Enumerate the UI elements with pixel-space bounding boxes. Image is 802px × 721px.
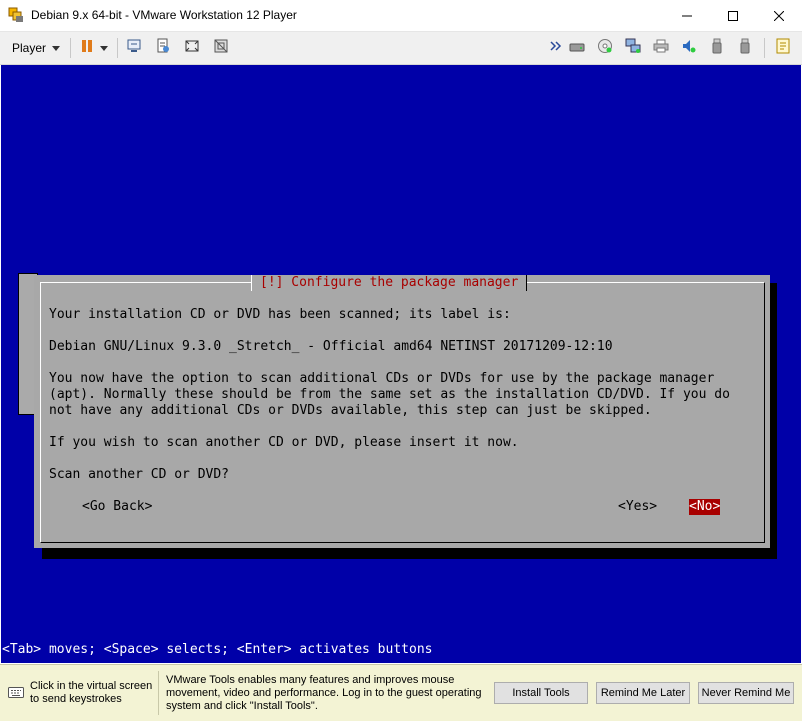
remind-me-later-button[interactable]: Remind Me Later xyxy=(596,682,690,704)
more-icon xyxy=(550,39,562,57)
close-button[interactable] xyxy=(756,0,802,31)
network-adapter-device[interactable] xyxy=(624,38,642,59)
virtual-machine-screen[interactable]: [!] Configure the package manager Your i… xyxy=(1,65,801,663)
minimize-button[interactable] xyxy=(664,0,710,31)
player-menu[interactable]: Player xyxy=(6,38,66,58)
usb-device-1[interactable] xyxy=(708,38,726,59)
notification-divider xyxy=(158,671,159,715)
dialog-text-line: Your installation CD or DVD has been sca… xyxy=(49,307,511,322)
power-options-dropdown[interactable] xyxy=(98,39,110,57)
hard-disk-icon xyxy=(569,38,585,59)
configure-package-manager-dialog: [!] Configure the package manager Your i… xyxy=(34,275,770,548)
dialog-text-line: (apt). Normally these should be from the… xyxy=(49,387,730,402)
sound-card-icon xyxy=(681,38,697,59)
cd-dvd-device[interactable] xyxy=(596,38,614,59)
go-back-button[interactable]: <Go Back> xyxy=(82,499,152,515)
printer-device[interactable] xyxy=(652,39,670,57)
toolbar-divider xyxy=(764,38,765,58)
unity-button[interactable] xyxy=(212,39,230,57)
vmware-tools-notification-bar: Click in the virtual screen to send keys… xyxy=(0,664,802,721)
window-title: Debian 9.x 64-bit - VMware Workstation 1… xyxy=(31,8,297,22)
toolbar-divider xyxy=(117,38,118,58)
yes-button[interactable]: <Yes> xyxy=(618,499,657,515)
fullscreen-icon xyxy=(184,38,200,59)
snapshot-icon xyxy=(155,38,171,59)
vmware-tools-message: VMware Tools enables many features and i… xyxy=(166,674,482,712)
send-ctrl-alt-del-icon xyxy=(126,38,142,59)
snapshot-button[interactable] xyxy=(154,38,172,59)
dialog-text-line: Debian GNU/Linux 9.3.0 _Stretch_ - Offic… xyxy=(49,339,613,354)
chevron-down-icon xyxy=(100,45,108,51)
dialog-question: Scan another CD or DVD? xyxy=(49,467,230,482)
network-adapter-icon xyxy=(625,38,641,59)
more-devices-button[interactable] xyxy=(550,39,562,57)
click-to-send-keystrokes-text: Click in the virtual screen to send keys… xyxy=(30,680,153,705)
usb-device-icon xyxy=(737,38,753,59)
title-bar: Debian 9.x 64-bit - VMware Workstation 1… xyxy=(0,0,802,32)
maximize-icon xyxy=(728,10,738,21)
usb-device-2[interactable] xyxy=(736,38,754,59)
printer-icon xyxy=(653,38,669,59)
pause-button[interactable] xyxy=(78,39,96,57)
fullscreen-button[interactable] xyxy=(183,39,201,57)
cd-dvd-icon xyxy=(597,38,613,59)
no-button[interactable]: <No> xyxy=(689,499,721,515)
unity-icon xyxy=(213,38,229,59)
dialog-title: [!] Configure the package manager xyxy=(251,275,528,291)
message-log-icon xyxy=(775,38,791,59)
send-ctrl-alt-del-button[interactable] xyxy=(125,39,143,57)
usb-device-icon xyxy=(709,38,725,59)
maximize-button[interactable] xyxy=(710,0,756,31)
keyboard-hint: <Tab> moves; <Space> selects; <Enter> ac… xyxy=(2,642,433,657)
dialog-text-line: If you wish to scan another CD or DVD, p… xyxy=(49,435,519,450)
minimize-icon xyxy=(682,11,692,21)
toolbar: Player xyxy=(0,32,802,65)
chevron-down-icon xyxy=(52,45,61,51)
message-log-button[interactable] xyxy=(774,38,792,59)
sound-card-device[interactable] xyxy=(680,39,698,57)
vmware-player-icon xyxy=(8,7,24,23)
close-icon xyxy=(774,10,784,21)
pause-icon xyxy=(79,38,95,59)
never-remind-me-button[interactable]: Never Remind Me xyxy=(698,682,794,704)
keyboard-icon xyxy=(8,685,24,699)
hard-disk-device[interactable] xyxy=(568,39,586,57)
install-tools-button[interactable]: Install Tools xyxy=(494,682,588,704)
dialog-text-line: not have any additional CDs or DVDs avai… xyxy=(49,403,652,418)
dialog-text-line: You now have the option to scan addition… xyxy=(49,371,715,386)
toolbar-divider xyxy=(70,38,71,58)
player-menu-label: Player xyxy=(12,41,47,55)
